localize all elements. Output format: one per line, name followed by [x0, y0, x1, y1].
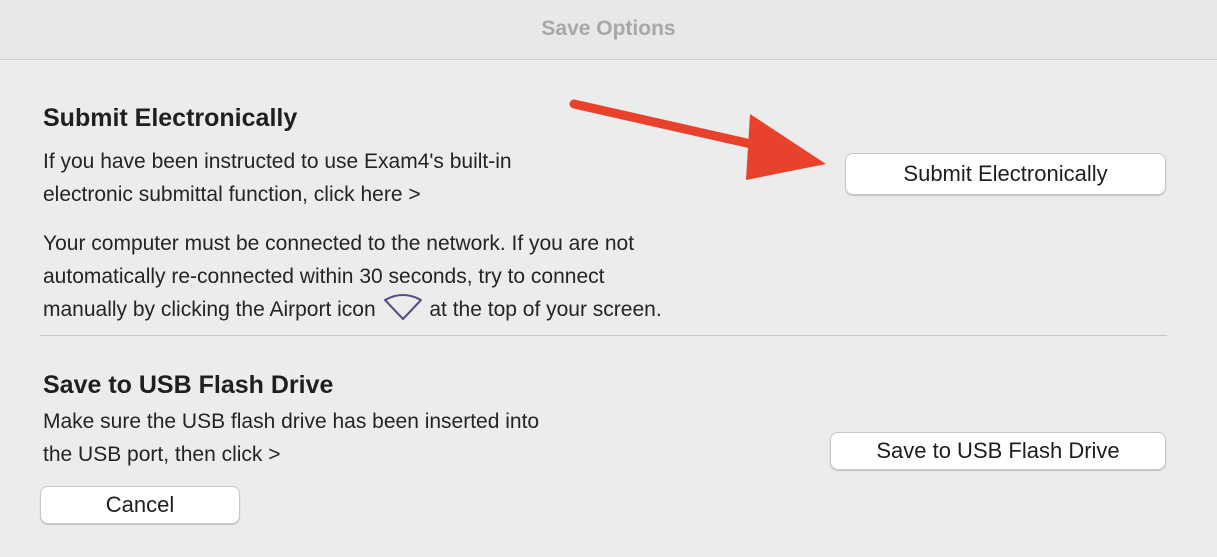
title-bar: Save Options [0, 0, 1217, 60]
network-note-text: manually by clicking the Airport icon [43, 298, 376, 321]
window-title: Save Options [541, 17, 676, 40]
description-line: electronic submittal function, click her… [43, 183, 421, 206]
save-to-usb-description: Make sure the USB flash drive has been i… [43, 405, 539, 471]
description-line: If you have been instructed to use Exam4… [43, 150, 512, 173]
save-to-usb-button[interactable]: Save to USB Flash Drive [830, 432, 1166, 470]
submit-electronically-button[interactable]: Submit Electronically [845, 153, 1166, 195]
arrow-icon [569, 99, 826, 180]
save-options-dialog: Save Options Submit Electronically If yo… [0, 0, 1217, 557]
network-note-line: Your computer must be connected to the n… [43, 232, 635, 255]
submit-electronically-description: If you have been instructed to use Exam4… [43, 145, 512, 211]
network-note-line-with-icon: manually by clicking the Airport icon at… [43, 293, 662, 326]
description-line: Make sure the USB flash drive has been i… [43, 410, 540, 433]
cancel-button[interactable]: Cancel [40, 486, 240, 524]
submit-electronically-heading: Submit Electronically [43, 104, 298, 132]
network-note-line: automatically re-connected within 30 sec… [43, 265, 605, 288]
section-divider [40, 335, 1167, 336]
network-note: Your computer must be connected to the n… [43, 227, 662, 326]
wifi-icon [382, 293, 424, 321]
description-line: the USB port, then click > [43, 443, 281, 466]
save-to-usb-heading: Save to USB Flash Drive [43, 371, 334, 399]
network-note-text: at the top of your screen. [429, 298, 662, 321]
